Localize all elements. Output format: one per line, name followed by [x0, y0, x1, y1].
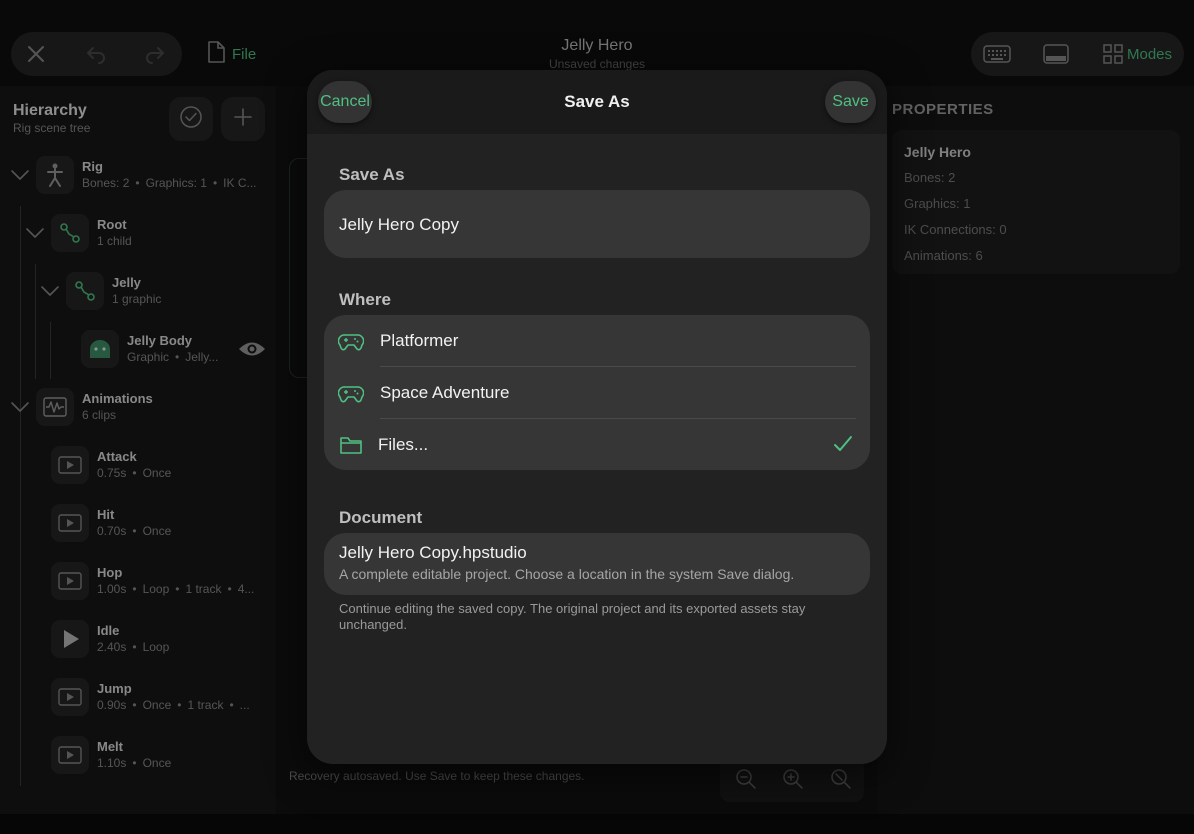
where-section-label: Where [339, 290, 391, 309]
save-note: Continue editing the saved copy. The ori… [339, 601, 806, 632]
filename-field[interactable]: Jelly Hero Copy [324, 190, 870, 258]
filename-input[interactable]: Jelly Hero Copy [339, 215, 459, 235]
location-option-space-adventure[interactable]: Space Adventure [324, 367, 870, 419]
save-as-section-label: Save As [339, 165, 405, 184]
dialog-title: Save As [564, 92, 630, 111]
dialog-header: Cancel Save As Save [307, 70, 887, 134]
document-filename: Jelly Hero Copy.hpstudio [339, 543, 527, 562]
location-label: Platformer [380, 331, 459, 350]
document-info: Jelly Hero Copy.hpstudio A complete edit… [324, 533, 870, 595]
location-list: Platformer Space Adventure Files... [324, 315, 870, 470]
checkmark-icon [834, 436, 852, 451]
location-option-files[interactable]: Files... [324, 419, 870, 471]
gamepad-icon [338, 334, 364, 351]
app-window: File Jelly Hero Unsaved changes Modes Hi… [0, 0, 1194, 834]
location-label: Space Adventure [380, 383, 510, 402]
gamepad-icon [338, 386, 364, 403]
save-as-dialog: Cancel Save As Save Save As Jelly Hero C… [307, 70, 887, 764]
location-label: Files... [378, 435, 429, 454]
document-section-label: Document [339, 508, 423, 527]
location-option-platformer[interactable]: Platformer [324, 315, 870, 367]
save-button[interactable]: Save [825, 81, 876, 123]
folder-icon [340, 437, 362, 454]
document-description: A complete editable project. Choose a lo… [339, 566, 795, 582]
